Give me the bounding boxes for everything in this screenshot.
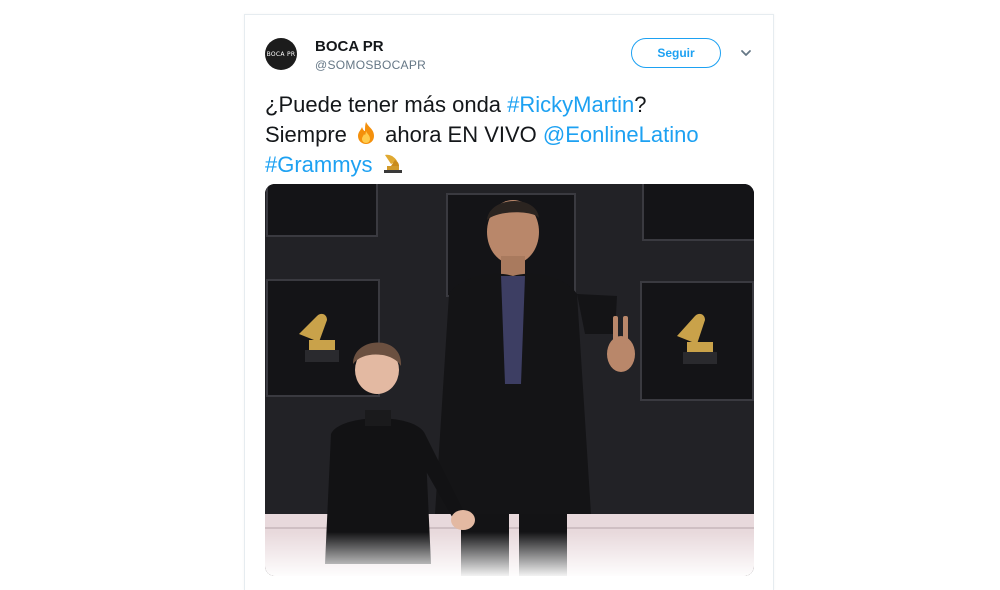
- fire-emoji-icon: [358, 122, 375, 144]
- text-line2-middle: ahora EN VIVO: [379, 122, 543, 147]
- tweet-photo[interactable]: [265, 184, 754, 576]
- follow-button[interactable]: Seguir: [631, 38, 721, 68]
- text-line1-suffix: ?: [634, 92, 647, 117]
- display-name[interactable]: BOCA PR: [315, 38, 384, 55]
- user-handle[interactable]: @SOMOSBOCAPR: [315, 58, 426, 72]
- avatar[interactable]: BOCA PR: [265, 38, 297, 70]
- text-line1-prefix: ¿Puede tener más onda: [265, 92, 508, 117]
- card-top-border: [245, 14, 773, 15]
- avatar-text: BOCA PR: [266, 50, 296, 58]
- tweet-text: ¿Puede tener más onda #RickyMartin? Siem…: [265, 90, 755, 180]
- chevron-down-icon[interactable]: [739, 46, 753, 60]
- photo-illustration: [265, 184, 754, 576]
- hashtag-rickymartin[interactable]: #RickyMartin: [507, 92, 634, 117]
- mention-eonlinelatino[interactable]: @EonlineLatino: [543, 122, 699, 147]
- gramophone-emoji-icon: [383, 154, 402, 173]
- hashtag-grammys[interactable]: #Grammys: [265, 152, 373, 177]
- text-line2-prefix: Siempre: [265, 122, 354, 147]
- photo-fade: [265, 532, 754, 576]
- tweet-card: BOCA PR BOCA PR @SOMOSBOCAPR Seguir ¿Pue…: [244, 14, 774, 590]
